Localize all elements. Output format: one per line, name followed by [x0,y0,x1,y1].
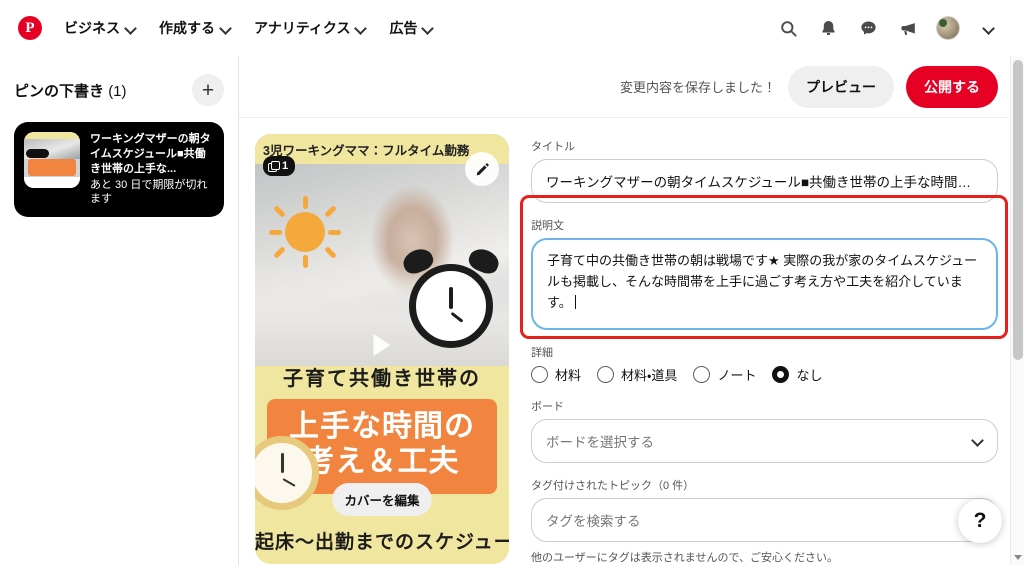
title-label: タイトル [531,141,575,153]
nav-item-analytics[interactable]: アナリティクス [242,12,377,44]
account-chevron-down-icon[interactable] [970,10,1006,46]
drafts-count: (1) [108,82,127,100]
details-label: 詳細 [531,347,553,359]
nav-item-create[interactable]: 作成する [147,12,242,44]
stack-icon [268,160,280,172]
board-select[interactable]: ボードを選択する [531,419,998,463]
nav-item-business[interactable]: ビジネス [52,12,147,44]
pinterest-pin-editor: P ビジネス 作成する アナリティクス 広告 ピンの下書き (1) + ワーキン… [0,0,1024,565]
nav-right-group [770,10,1006,46]
draft-list-item[interactable]: ワーキングマザーの朝タイムスケジュール■共働き世帯の上手な... あと 30 日… [14,122,224,218]
pin-text-overlay: 子育て共働き世帯の 上手な時間の 考え＆工夫 起床〜出勤までのスケジュール [255,350,509,564]
drafts-header: ピンの下書き (1) + [14,74,224,106]
nav-item-ads-label: 広告 [389,20,418,36]
description-field-group: 説明文 子育て中の共働き世帯の朝は戦場です★ 実際の我が家のタイムスケジュールも… [520,195,1008,339]
help-button[interactable]: ? [958,499,1002,543]
preview-button[interactable]: プレビュー [788,65,894,108]
megaphone-icon[interactable] [890,10,926,46]
radio-button-selected [772,366,790,383]
nav-item-analytics-label: アナリティクス [254,20,351,36]
chevron-down-icon [356,24,365,33]
main-content: 変更内容を保存しました！ プレビュー 公開する 3児ワーキングママ：フルタイム勤… [239,56,1024,565]
nav-left-group: P ビジネス 作成する アナリティクス 広告 [18,12,444,44]
nav-item-ads[interactable]: 広告 [377,12,444,44]
nav-item-business-label: ビジネス [64,20,120,36]
chevron-down-icon [126,24,135,33]
board-field-group: ボード ボードを選択する [531,398,998,463]
radio-option-notes[interactable]: ノート [693,365,756,384]
radio-button [531,366,548,383]
scrollbar-thumb[interactable] [1013,60,1023,360]
chat-icon[interactable] [850,10,886,46]
description-text: 子育て中の共働き世帯の朝は戦場です★ 実際の我が家のタイムスケジュールも掲載し、… [547,253,978,311]
tags-field-group: タグ付けされたトピック（0 件） タグを検索する 他のユーザーにタグは表示されま… [531,477,998,565]
drafts-sidebar: ピンの下書き (1) + ワーキングマザーの朝タイムスケジュール■共働き世帯の上… [0,56,239,565]
edit-pin-button[interactable] [465,152,499,186]
board-label: ボード [531,401,564,413]
bell-icon[interactable] [810,10,846,46]
radio-label: 材料 [555,368,582,383]
editor-body: 3児ワーキングママ：フルタイム勤務 1 子育て共働き世帯の 上手な時間の 考え＆… [239,118,1024,565]
radio-label: なし [796,368,823,383]
play-icon [373,334,391,356]
tags-search-input[interactable]: タグを検索する [531,498,998,542]
pin-footer-text: 起床〜出勤までのスケジュール [255,532,509,553]
radio-option-materials-tools[interactable]: 材料・道具 [597,365,677,384]
radio-button [597,366,615,383]
pin-headline-2a: 上手な時間の [289,410,475,443]
drafts-title: ピンの下書き (1) [14,80,127,101]
drafts-title-text: ピンの下書き [14,82,105,100]
add-draft-button[interactable]: + [192,74,224,106]
pinterest-logo-icon[interactable]: P [18,16,42,40]
pin-details-form: タイトル ワーキングマザーの朝タイムスケジュール■共働き世帯の上手な時間の考… … [520,134,1008,565]
pin-media-count: 1 [282,160,289,172]
avatar[interactable] [930,10,966,46]
description-input[interactable]: 子育て中の共働き世帯の朝は戦場です★ 実際の我が家のタイムスケジュールも掲載し、… [531,238,998,330]
publish-button[interactable]: 公開する [906,65,998,108]
draft-thumbnail [24,132,80,188]
title-input[interactable]: ワーキングマザーの朝タイムスケジュール■共働き世帯の上手な時間の考… [531,159,998,203]
tags-label: タグ付けされたトピック（0 件） [531,480,695,492]
draft-title: ワーキングマザーの朝タイムスケジュール■共働き世帯の上手な... [90,133,211,175]
title-field-group: タイトル ワーキングマザーの朝タイムスケジュール■共働き世帯の上手な時間の考… [531,138,998,203]
pencil-icon [476,162,489,175]
edit-cover-button[interactable]: カバーを編集 [332,483,432,516]
pin-headline-1: 子育て共働き世帯の [283,368,481,390]
save-status-text: 変更内容を保存しました！ [619,80,776,95]
nav-item-create-label: 作成する [159,20,215,36]
editor-actions-bar: 変更内容を保存しました！ プレビュー 公開する [239,56,1024,118]
search-icon[interactable] [770,10,806,46]
radio-label: 材料・道具 [621,368,678,383]
radio-option-materials[interactable]: 材料 [531,365,581,384]
radio-option-none[interactable]: なし [772,365,822,384]
alarm-clock-graphic [399,242,503,354]
details-field-group: 詳細 材料 材料・道具 ノート なし [531,344,998,384]
pin-preview-panel: 3児ワーキングママ：フルタイム勤務 1 子育て共働き世帯の 上手な時間の 考え＆… [255,134,509,565]
details-radio-group: 材料 材料・道具 ノート なし [531,365,998,384]
sun-graphic [269,196,341,268]
top-navigation: P ビジネス 作成する アナリティクス 広告 [0,0,1024,56]
draft-expiry: あと 30 日で期限が切れます [90,178,208,206]
board-select-wrapper: ボードを選択する [531,419,998,463]
pin-preview-image[interactable]: 3児ワーキングママ：フルタイム勤務 1 子育て共働き世帯の 上手な時間の 考え＆… [255,134,509,564]
draft-info: ワーキングマザーの朝タイムスケジュール■共働き世帯の上手な... あと 30 日… [90,132,214,207]
chevron-down-icon [423,24,432,33]
radio-button [693,366,711,383]
radio-label: ノート [717,368,757,383]
page-scrollbar[interactable] [1010,56,1024,565]
description-label: 説明文 [531,220,564,232]
scrollbar-down-arrow-icon[interactable] [1014,555,1022,560]
text-caret [574,295,576,310]
pin-media-count-badge: 1 [263,156,296,176]
tags-hint: 他のユーザーにタグは表示されませんので、ご安心ください。 [531,552,839,564]
chevron-down-icon [221,24,230,33]
